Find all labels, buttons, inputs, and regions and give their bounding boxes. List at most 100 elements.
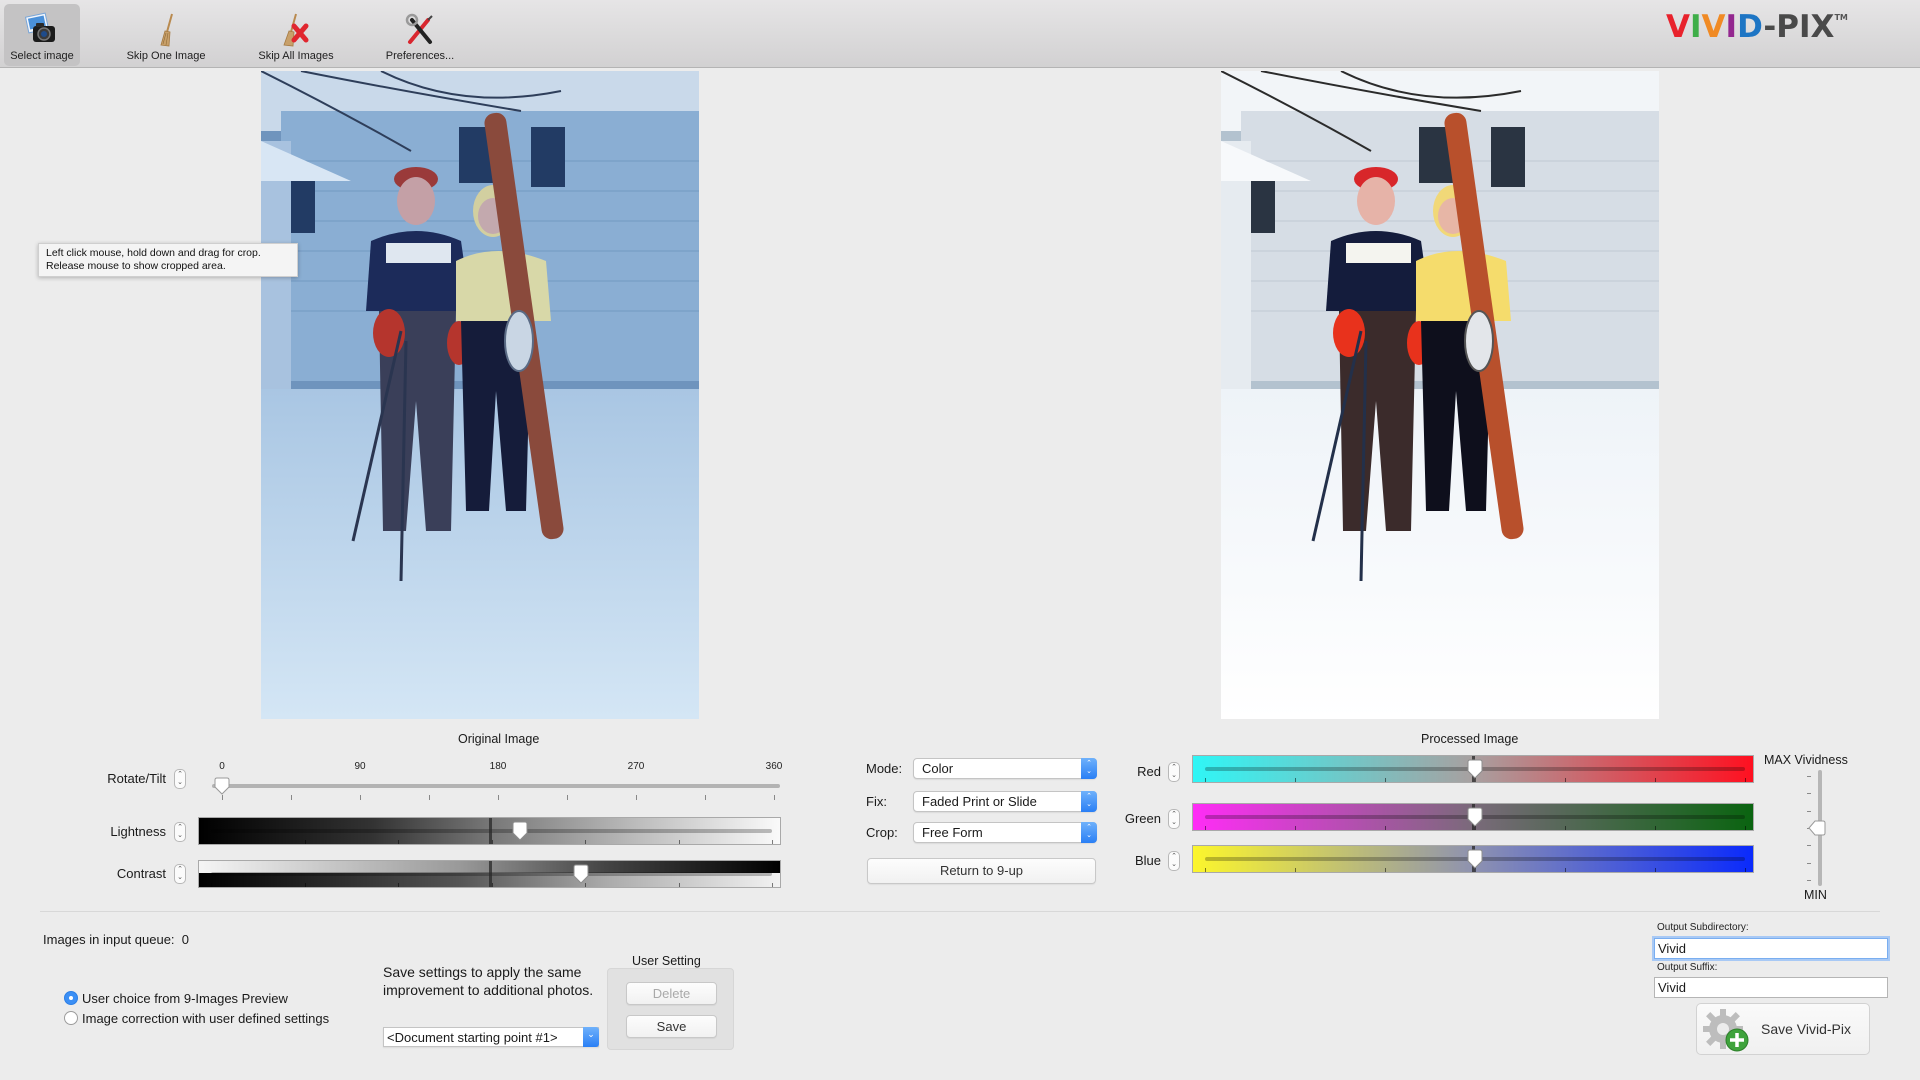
radio-9-images-preview[interactable] xyxy=(64,991,78,1005)
delete-setting-button[interactable]: Delete xyxy=(626,982,717,1005)
slider-tick xyxy=(1655,826,1656,830)
blue-stepper[interactable]: ⌃ ⌄ xyxy=(1168,851,1180,871)
lightness-label: Lightness xyxy=(110,824,166,839)
slider-tick xyxy=(585,883,586,887)
rotate-slider-thumb[interactable] xyxy=(214,777,230,795)
blue-slider-thumb[interactable] xyxy=(1467,849,1483,869)
rotate-stepper[interactable]: ⌃ ⌄ xyxy=(174,769,186,789)
original-photo xyxy=(261,71,699,719)
slider-tick xyxy=(491,883,493,887)
preferences-button[interactable]: Preferences... xyxy=(370,4,470,66)
lightness-slider[interactable] xyxy=(198,817,781,845)
slider-tick xyxy=(772,883,773,887)
vividness-tick xyxy=(1807,810,1811,812)
slider-tick xyxy=(1655,778,1656,782)
fix-select[interactable]: Faded Print or Slide ⌃ ⌄ xyxy=(913,791,1097,812)
queue-count: 0 xyxy=(181,932,190,947)
rotate-minor-tick xyxy=(291,795,292,800)
slider-tick xyxy=(1385,778,1386,782)
rotate-label: Rotate/Tilt xyxy=(107,771,166,786)
fix-value: Faded Print or Slide xyxy=(922,794,1037,809)
slider-tick xyxy=(491,840,493,844)
slider-tick xyxy=(1295,778,1296,782)
return-to-9up-button[interactable]: Return to 9-up xyxy=(867,858,1096,884)
rotate-tick-label: 360 xyxy=(765,761,783,772)
processed-image-canvas[interactable] xyxy=(1221,71,1659,719)
slider-tick xyxy=(211,883,212,887)
blue-slider[interactable] xyxy=(1192,845,1754,873)
contrast-track xyxy=(211,872,772,876)
save-setting-button[interactable]: Save xyxy=(626,1015,717,1038)
radio-user-defined-settings-label[interactable]: Image correction with user defined setti… xyxy=(82,1011,329,1026)
select-arrows-icon: ⌃ ⌄ xyxy=(1081,791,1097,812)
queue-status: Images in input queue: 0 xyxy=(43,932,189,947)
crop-select[interactable]: Free Form ⌃ ⌄ xyxy=(913,822,1097,843)
logo-letter: I xyxy=(1690,9,1702,45)
lightness-stepper[interactable]: ⌃ ⌄ xyxy=(174,822,186,842)
slider-tick xyxy=(1565,826,1566,830)
rotate-tick-label: 180 xyxy=(489,761,507,772)
rotate-slider-track[interactable] xyxy=(212,784,780,788)
trademark: TM xyxy=(1834,13,1848,22)
rotate-minor-tick xyxy=(567,795,568,800)
queue-label: Images in input queue: xyxy=(43,932,175,947)
slider-tick xyxy=(1565,868,1566,872)
crop-value: Free Form xyxy=(922,825,983,840)
green-stepper[interactable]: ⌃ ⌄ xyxy=(1168,809,1180,829)
radio-9-images-preview-label[interactable]: User choice from 9-Images Preview xyxy=(82,991,288,1006)
logo-letter: I xyxy=(1725,9,1738,45)
contrast-label: Contrast xyxy=(116,866,166,881)
green-slider[interactable] xyxy=(1192,803,1754,831)
mode-select[interactable]: Color ⌃ ⌄ xyxy=(913,758,1097,779)
output-subdirectory-input[interactable]: Vivid xyxy=(1654,938,1888,959)
chevron-down-icon: ⌄ xyxy=(583,1027,599,1047)
select-image-label: Select image xyxy=(10,50,74,62)
rotate-minor-tick xyxy=(222,795,223,800)
tooltip-line-2: Release mouse to show cropped area. xyxy=(46,260,226,272)
slider-tick xyxy=(1295,826,1296,830)
output-suffix-label: Output Suffix: xyxy=(1657,962,1718,973)
radio-user-defined-settings[interactable] xyxy=(64,1011,78,1025)
lightness-slider-thumb[interactable] xyxy=(512,821,528,841)
contrast-slider[interactable] xyxy=(198,860,781,888)
contrast-slider-thumb[interactable] xyxy=(573,864,589,884)
green-slider-thumb[interactable] xyxy=(1467,807,1483,827)
vividness-slider-thumb[interactable] xyxy=(1808,820,1826,836)
rotate-minor-tick xyxy=(705,795,706,800)
vividness-tick xyxy=(1807,845,1811,847)
slider-tick xyxy=(1205,826,1206,830)
slider-tick xyxy=(678,883,680,887)
red-slider-thumb[interactable] xyxy=(1467,759,1483,779)
slider-tick xyxy=(1655,868,1656,872)
rotate-tick-label: 270 xyxy=(627,761,645,772)
save-vivid-pix-label: Save Vivid-Pix xyxy=(1761,1021,1852,1037)
red-label: Red xyxy=(1137,764,1161,779)
save-vivid-pix-button[interactable]: Save Vivid-Pix xyxy=(1696,1003,1870,1055)
gear-plus-icon xyxy=(1703,1009,1749,1052)
tools-icon xyxy=(405,13,433,44)
broom-icon xyxy=(160,13,173,47)
min-vividness-label: MIN xyxy=(1804,888,1827,902)
vivid-pix-logo: VIVID-PIXTM xyxy=(1666,9,1848,45)
user-setting-group-label: User Setting xyxy=(632,954,701,968)
original-image-canvas[interactable] xyxy=(261,71,699,719)
lightness-track xyxy=(211,829,772,833)
select-image-button[interactable]: Select image xyxy=(4,4,80,66)
save-settings-hint: Save settings to apply the same improvem… xyxy=(383,963,593,999)
camera-photos-icon xyxy=(24,12,55,42)
skip-one-image-button[interactable]: Skip One Image xyxy=(116,4,216,66)
rotate-tick-label: 0 xyxy=(219,761,225,772)
slider-tick xyxy=(585,840,586,844)
slider-tick xyxy=(304,883,306,887)
rotate-minor-tick xyxy=(498,795,499,800)
red-stepper[interactable]: ⌃ ⌄ xyxy=(1168,762,1180,782)
contrast-stepper[interactable]: ⌃ ⌄ xyxy=(174,864,186,884)
vividness-tick xyxy=(1807,793,1811,795)
red-slider[interactable] xyxy=(1192,755,1754,783)
slider-tick xyxy=(1475,778,1476,782)
output-suffix-input[interactable]: Vivid xyxy=(1654,977,1888,998)
mode-label: Mode: xyxy=(866,761,903,776)
preset-select[interactable]: <Document starting point #1> ⌄ xyxy=(383,1027,599,1047)
skip-all-images-button[interactable]: Skip All Images xyxy=(246,4,346,66)
slider-tick xyxy=(398,840,399,844)
